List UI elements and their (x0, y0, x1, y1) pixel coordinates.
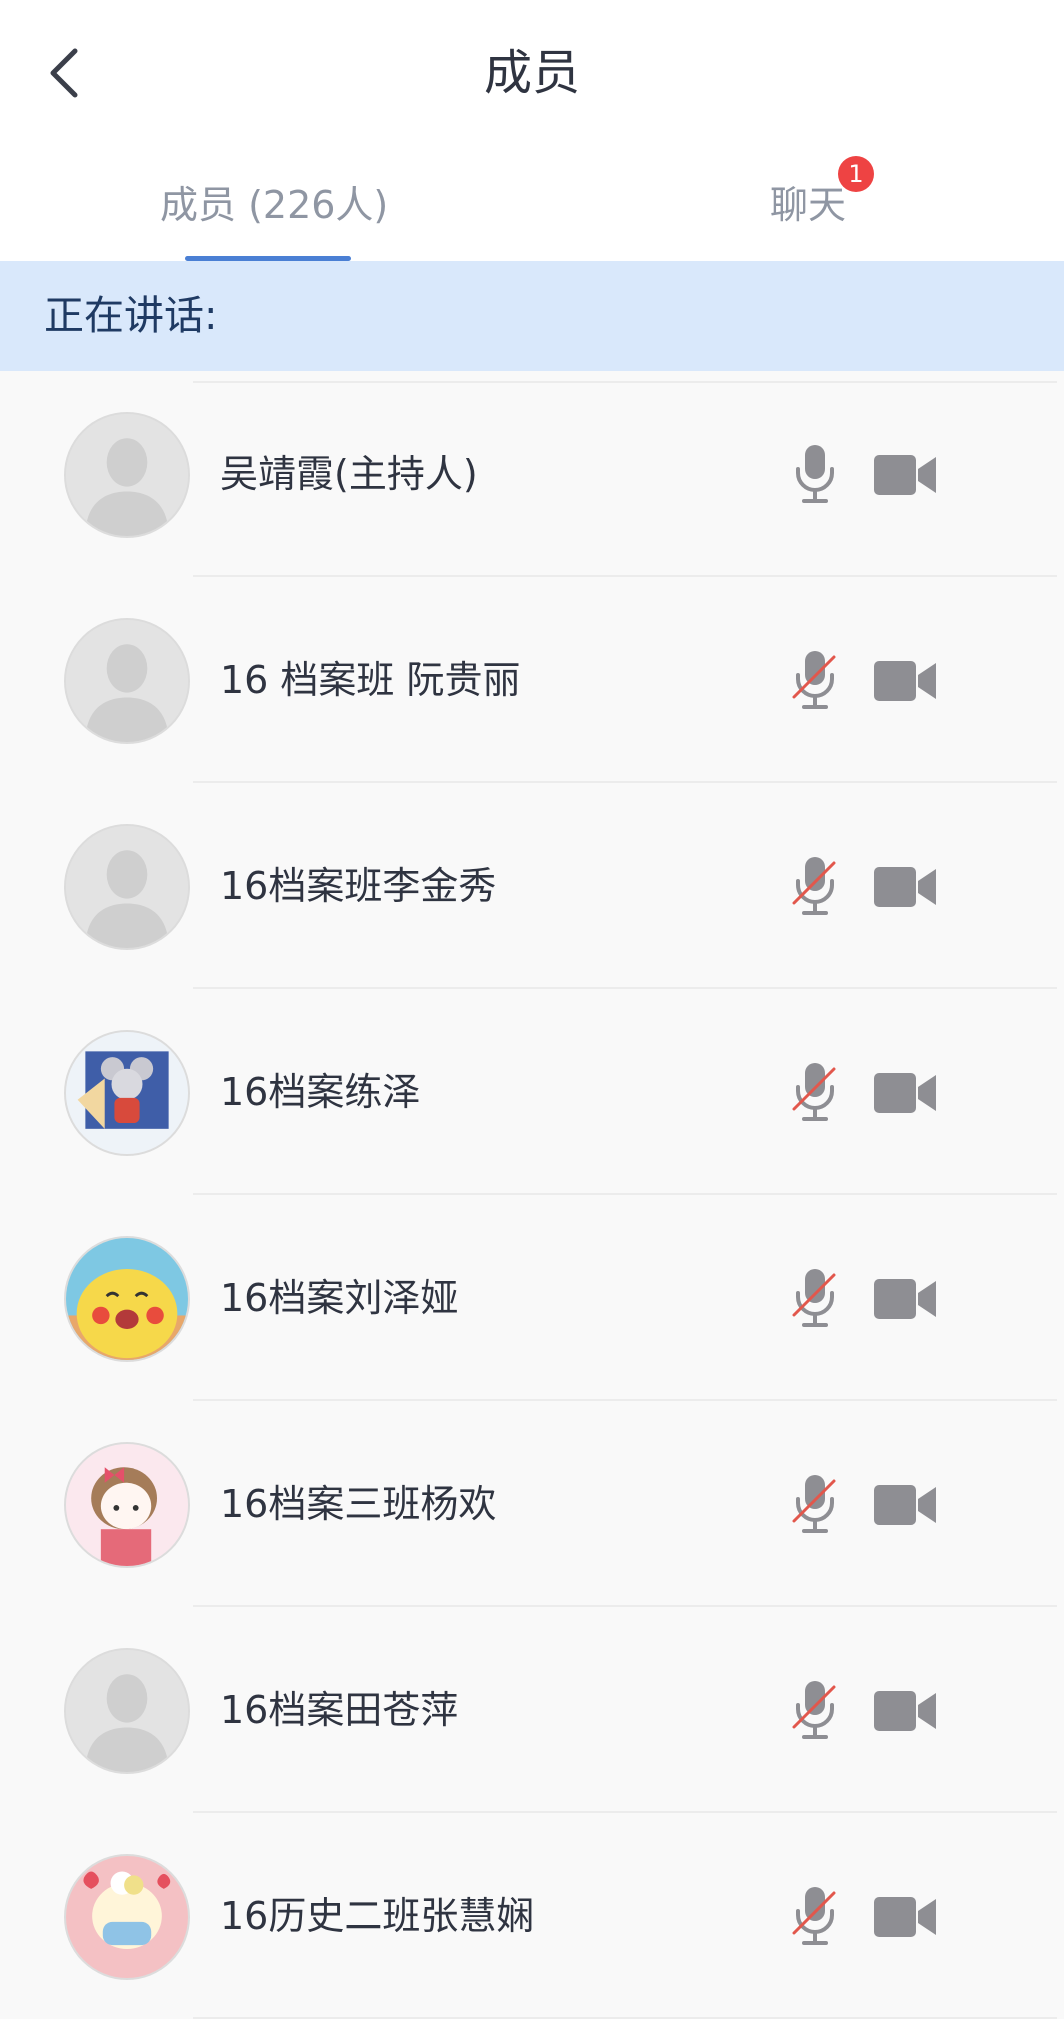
member-name: 16档案练泽 (220, 1070, 421, 1114)
member-name: 16档案三班杨欢 (220, 1482, 497, 1526)
member-row[interactable]: 16历史二班张慧娴 (0, 1813, 1064, 2019)
member-name: 16档案田苍萍 (220, 1688, 459, 1732)
cartoon-mouse-avatar (64, 1030, 190, 1156)
tab-chat[interactable]: 聊天 (770, 175, 846, 235)
mic-muted-icon[interactable] (790, 1471, 840, 1537)
member-row[interactable]: 16档案田苍萍 (0, 1607, 1064, 1813)
video-camera-icon[interactable] (874, 453, 938, 497)
mic-muted-icon[interactable] (790, 1059, 840, 1125)
tab-members[interactable]: 成员 (226人) (160, 175, 388, 235)
mic-muted-icon[interactable] (790, 1265, 840, 1331)
member-name: 16历史二班张慧娴 (220, 1894, 535, 1938)
video-camera-icon[interactable] (874, 1895, 938, 1939)
mic-muted-icon[interactable] (790, 1677, 840, 1743)
member-row[interactable]: 16档案三班杨欢 (0, 1401, 1064, 1607)
member-name: 16 档案班 阮贵丽 (220, 658, 521, 702)
cartoon-girl-avatar (64, 1442, 190, 1568)
member-name: 吴靖霞(主持人) (220, 452, 478, 496)
member-name: 16档案刘泽娅 (220, 1276, 459, 1320)
video-camera-icon[interactable] (874, 1277, 938, 1321)
video-camera-icon[interactable] (874, 1071, 938, 1115)
pikachu-avatar (64, 1236, 190, 1362)
mic-icon[interactable] (790, 441, 840, 507)
mic-muted-icon[interactable] (790, 1883, 840, 1949)
member-row[interactable]: 16档案刘泽娅 (0, 1195, 1064, 1401)
video-camera-icon[interactable] (874, 659, 938, 703)
mic-muted-icon[interactable] (790, 853, 840, 919)
page-title: 成员 (483, 45, 580, 101)
speaking-banner: 正在讲话: (0, 261, 1064, 371)
speaking-label: 正在讲话: (44, 293, 218, 339)
default-avatar (64, 1648, 190, 1774)
member-row[interactable]: 16 档案班 阮贵丽 (0, 577, 1064, 783)
mic-muted-icon[interactable] (790, 647, 840, 713)
video-camera-icon[interactable] (874, 865, 938, 909)
member-name: 16档案班李金秀 (220, 864, 497, 908)
member-row[interactable]: 16档案班李金秀 (0, 783, 1064, 989)
member-row[interactable]: 吴靖霞(主持人) (0, 371, 1064, 577)
top-bar: 成员 (0, 0, 1064, 145)
video-camera-icon[interactable] (874, 1483, 938, 1527)
video-camera-icon[interactable] (874, 1689, 938, 1733)
member-row[interactable]: 16档案练泽 (0, 989, 1064, 1195)
default-avatar (64, 824, 190, 950)
chat-unread-badge: 1 (838, 156, 874, 192)
default-avatar (64, 618, 190, 744)
cartoon-masked-avatar (64, 1854, 190, 1980)
default-avatar (64, 412, 190, 538)
tab-bar: 成员 (226人) 聊天 (0, 145, 1064, 261)
